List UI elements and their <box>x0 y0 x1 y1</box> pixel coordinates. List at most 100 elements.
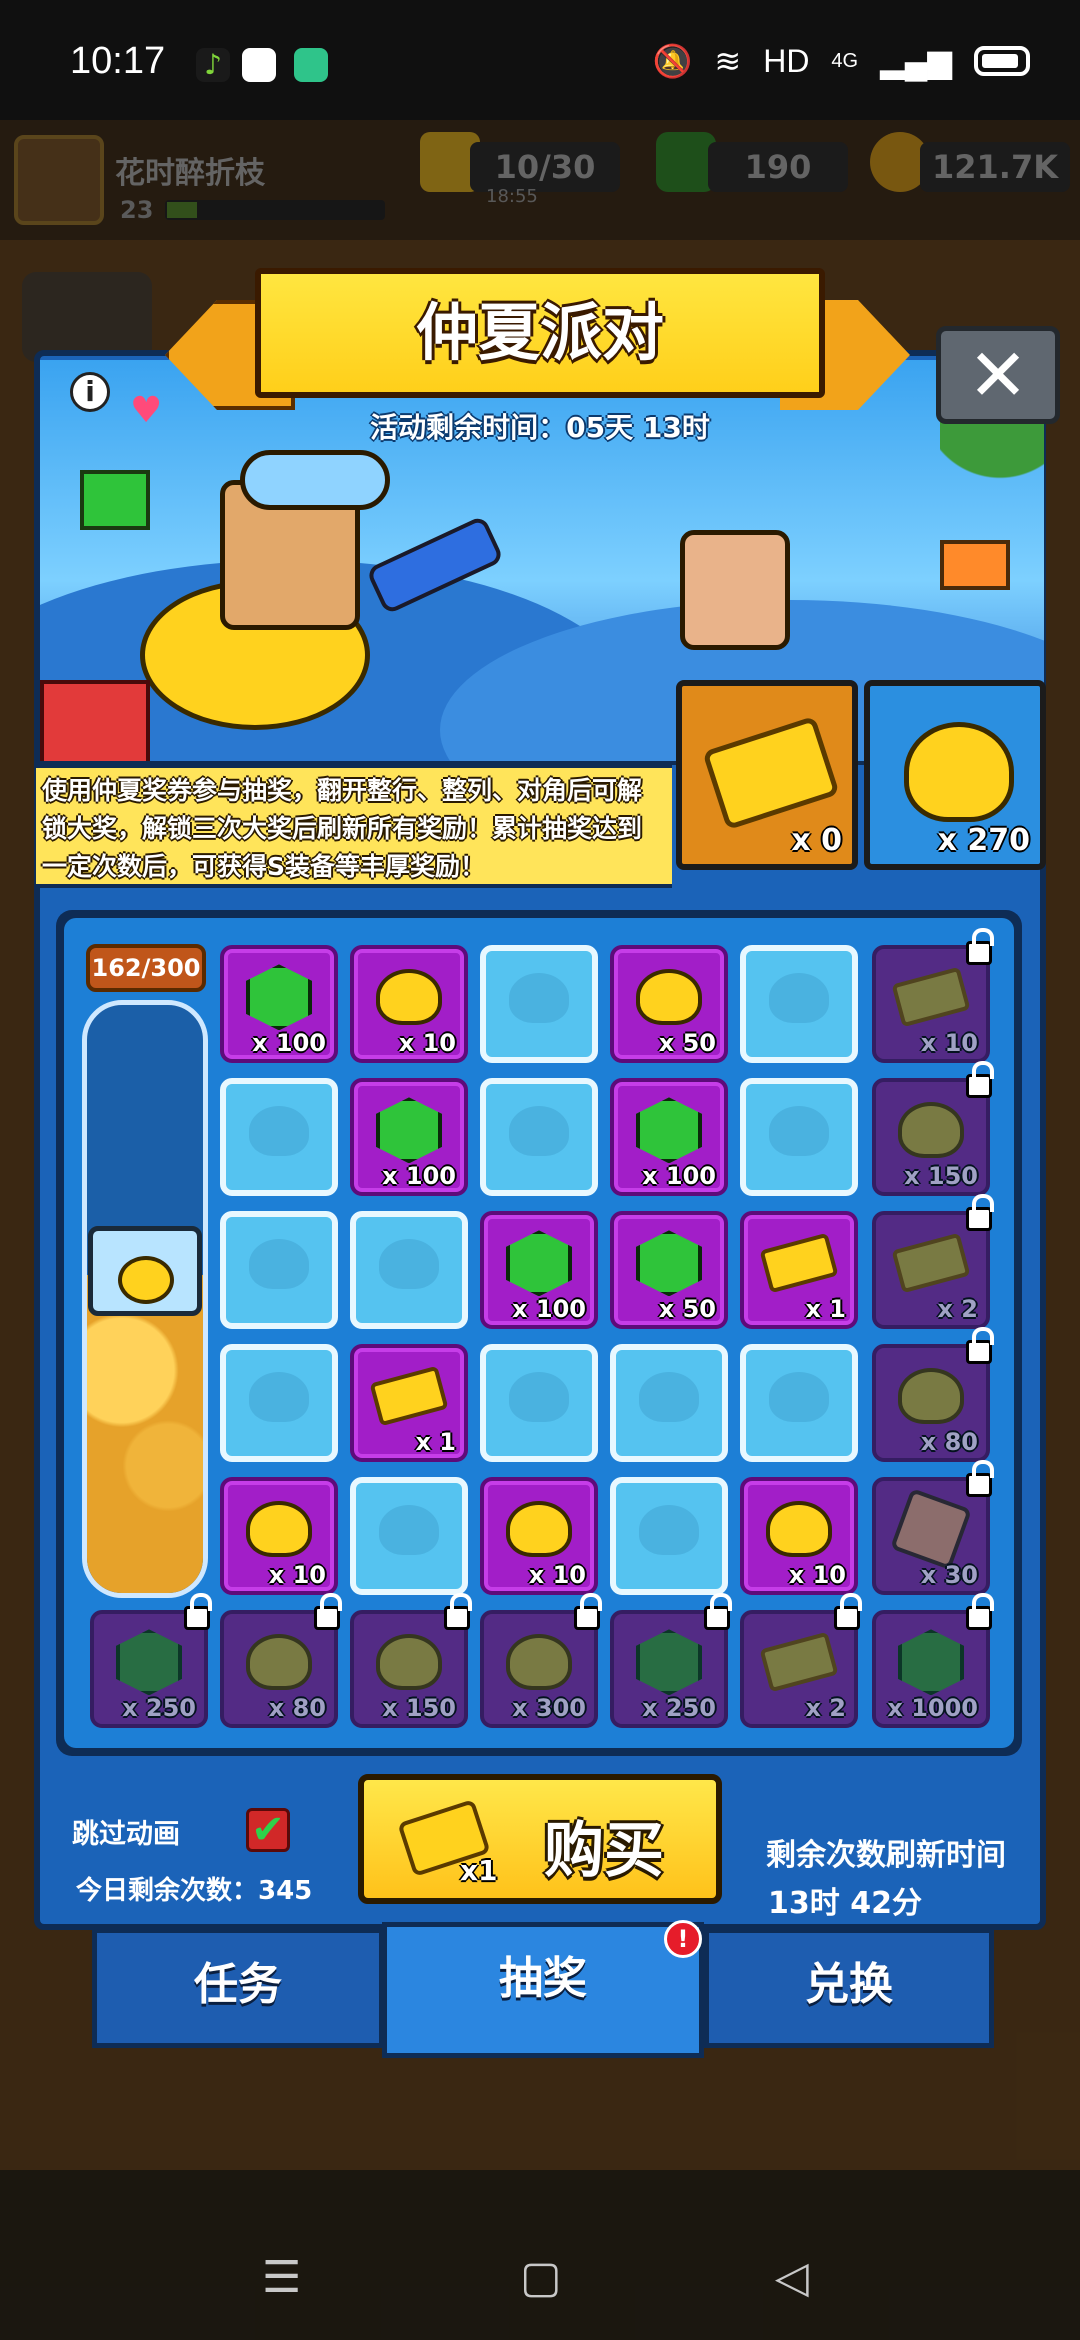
lock-icon <box>966 928 994 965</box>
duck-silhouette-icon <box>509 1371 569 1422</box>
duck-icon <box>246 1501 312 1558</box>
music-app-icon: ♪ <box>196 48 230 82</box>
grid-cell-reward: x 10 <box>350 945 468 1063</box>
event-description: 使用仲夏奖券参与抽奖，翻开整行、整列、对角后可解锁大奖，解锁三次大奖后刷新所有奖… <box>36 764 672 888</box>
gem-icon <box>636 1230 702 1297</box>
duck-icon <box>246 1634 312 1691</box>
duck-icon <box>904 722 1014 822</box>
reward-quantity: x 1000 <box>887 1694 978 1722</box>
gem-icon <box>506 1230 572 1297</box>
back-icon[interactable]: ◁ <box>775 2252 809 2303</box>
grid-cell-hidden[interactable] <box>480 945 598 1063</box>
tab-tasks[interactable]: 任务 <box>92 1928 384 2048</box>
reward-quantity: x 10 <box>398 1029 456 1057</box>
signal-label: 4G <box>831 49 859 72</box>
grid-cell-hidden[interactable] <box>480 1078 598 1196</box>
grid-cell-hidden[interactable] <box>220 1344 338 1462</box>
ticket-count: x 0 <box>791 823 842 858</box>
ticket-currency-card[interactable]: x 0 <box>676 680 858 870</box>
status-bar: 10:17 ♪ 🔕 ≋ HD 4G ▂▄▆ <box>0 0 1080 120</box>
skip-animation-checkbox[interactable]: ✔ <box>246 1808 290 1852</box>
grid-cell-hidden[interactable] <box>220 1211 338 1329</box>
duck-icon <box>898 1102 964 1159</box>
grid-cell-hidden[interactable] <box>610 1344 728 1462</box>
grid-cell-hidden[interactable] <box>740 1344 858 1462</box>
status-time: 10:17 <box>70 40 166 82</box>
home-icon[interactable]: ▢ <box>520 2252 562 2303</box>
buy-button[interactable]: x1 购买 <box>358 1774 722 1904</box>
duck-silhouette-icon <box>769 1105 829 1156</box>
ticket-icon <box>759 1632 839 1693</box>
duck-silhouette-icon <box>769 972 829 1023</box>
gem-icon <box>116 1629 182 1696</box>
grid-cell-reward: x 100 <box>610 1078 728 1196</box>
reward-quantity: x 2 <box>937 1295 978 1323</box>
ticket-icon <box>702 715 840 831</box>
reward-quantity: x 150 <box>382 1694 456 1722</box>
reward-quantity: x 30 <box>920 1561 978 1589</box>
reward-quantity: x 150 <box>904 1162 978 1190</box>
girl-character <box>680 530 790 650</box>
gem-icon <box>376 1097 442 1164</box>
duck-icon <box>898 1368 964 1425</box>
grid-cell-hidden[interactable] <box>480 1344 598 1462</box>
tab-exchange[interactable]: 兑换 <box>704 1928 994 2048</box>
duck-silhouette-icon <box>249 1371 309 1422</box>
reward-quantity: x 100 <box>252 1029 326 1057</box>
grid-cell-hidden[interactable] <box>610 1477 728 1595</box>
lock-icon <box>574 1593 602 1630</box>
duck-silhouette-icon <box>509 972 569 1023</box>
duck-silhouette-icon <box>509 1105 569 1156</box>
grid-cell-reward: x 10 <box>220 1477 338 1595</box>
reward-quantity: x 80 <box>268 1694 326 1722</box>
grid-cell-hidden[interactable] <box>220 1078 338 1196</box>
duck-silhouette-icon <box>639 1371 699 1422</box>
reward-quantity: x 100 <box>382 1162 456 1190</box>
tab-lottery-badge: ! <box>664 1920 702 1958</box>
grid-cell-hidden[interactable] <box>740 1078 858 1196</box>
grid-cell-hidden[interactable] <box>350 1211 468 1329</box>
gem-icon <box>898 1629 964 1696</box>
app-icon <box>242 48 276 82</box>
buy-cost: x1 <box>460 1854 498 1887</box>
hero-goggles <box>240 450 390 510</box>
tab-lottery[interactable]: 抽奖 <box>382 1922 704 2058</box>
duck-icon <box>376 969 442 1026</box>
reward-quantity: x 10 <box>528 1561 586 1589</box>
grid-cell-hidden[interactable] <box>350 1477 468 1595</box>
reward-quantity: x 100 <box>512 1295 586 1323</box>
grid-cell-reward: x 1 <box>740 1211 858 1329</box>
duck-icon <box>636 969 702 1026</box>
reward-quantity: x 1 <box>415 1428 456 1456</box>
grid-cell-reward: x 10 <box>480 1477 598 1595</box>
grid-cell-reward: x 100 <box>480 1211 598 1329</box>
recents-icon[interactable]: ☰ <box>262 2252 301 2303</box>
battery-icon <box>974 46 1030 76</box>
milestone-chest[interactable] <box>88 1216 202 1326</box>
duck-currency-card[interactable]: x 270 <box>864 680 1046 870</box>
remaining-today: 今日剩余次数：345 <box>76 1876 313 1906</box>
progress-label: 162/300 <box>86 944 206 992</box>
reward-quantity: x 50 <box>658 1295 716 1323</box>
ticket-icon <box>759 1233 839 1294</box>
chest-duck-icon <box>118 1256 174 1304</box>
tab-label: 兑换 <box>805 1959 893 2010</box>
lock-icon <box>184 1593 212 1630</box>
lock-icon <box>444 1593 472 1630</box>
duck-count: x 270 <box>937 823 1030 858</box>
reward-quantity: x 10 <box>920 1029 978 1057</box>
duck-icon <box>506 1634 572 1691</box>
hd-label: HD <box>763 42 810 79</box>
skip-animation-label: 跳过动画 <box>72 1819 180 1850</box>
equipment-part-icon <box>889 1488 973 1571</box>
battery-saver-icon <box>294 48 328 82</box>
duck-silhouette-icon <box>249 1238 309 1289</box>
lock-icon <box>966 1194 994 1231</box>
status-right: 🔕 ≋ HD 4G ▂▄▆ <box>653 42 1030 80</box>
duck-icon <box>506 1501 572 1558</box>
duck-silhouette-icon <box>249 1105 309 1156</box>
grid-cell-hidden[interactable] <box>740 945 858 1063</box>
grid-cell-reward: x 10 <box>740 1477 858 1595</box>
lock-icon <box>314 1593 342 1630</box>
ticket-icon <box>369 1366 449 1427</box>
